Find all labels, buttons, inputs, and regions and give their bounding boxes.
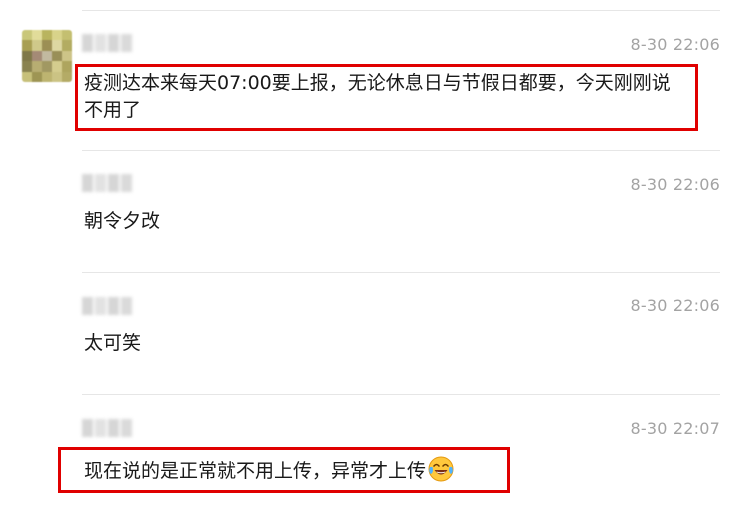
divider [82, 150, 720, 151]
message-timestamp: 8-30 22:07 [630, 419, 720, 438]
message-timestamp: 8-30 22:06 [630, 35, 720, 54]
divider [82, 394, 720, 395]
highlight-box [58, 447, 510, 493]
divider-top [82, 10, 720, 11]
message-timestamp: 8-30 22:06 [630, 296, 720, 315]
divider [82, 272, 720, 273]
avatar[interactable] [22, 30, 72, 82]
highlight-box [75, 64, 698, 131]
sender-name-blurred [82, 419, 132, 437]
message-timestamp: 8-30 22:06 [630, 175, 720, 194]
sender-name-blurred [82, 297, 132, 315]
message-text: 朝令夕改 [84, 210, 161, 232]
message-text: 太可笑 [84, 332, 142, 354]
sender-name-blurred [82, 174, 132, 192]
sender-name-blurred [82, 34, 132, 52]
